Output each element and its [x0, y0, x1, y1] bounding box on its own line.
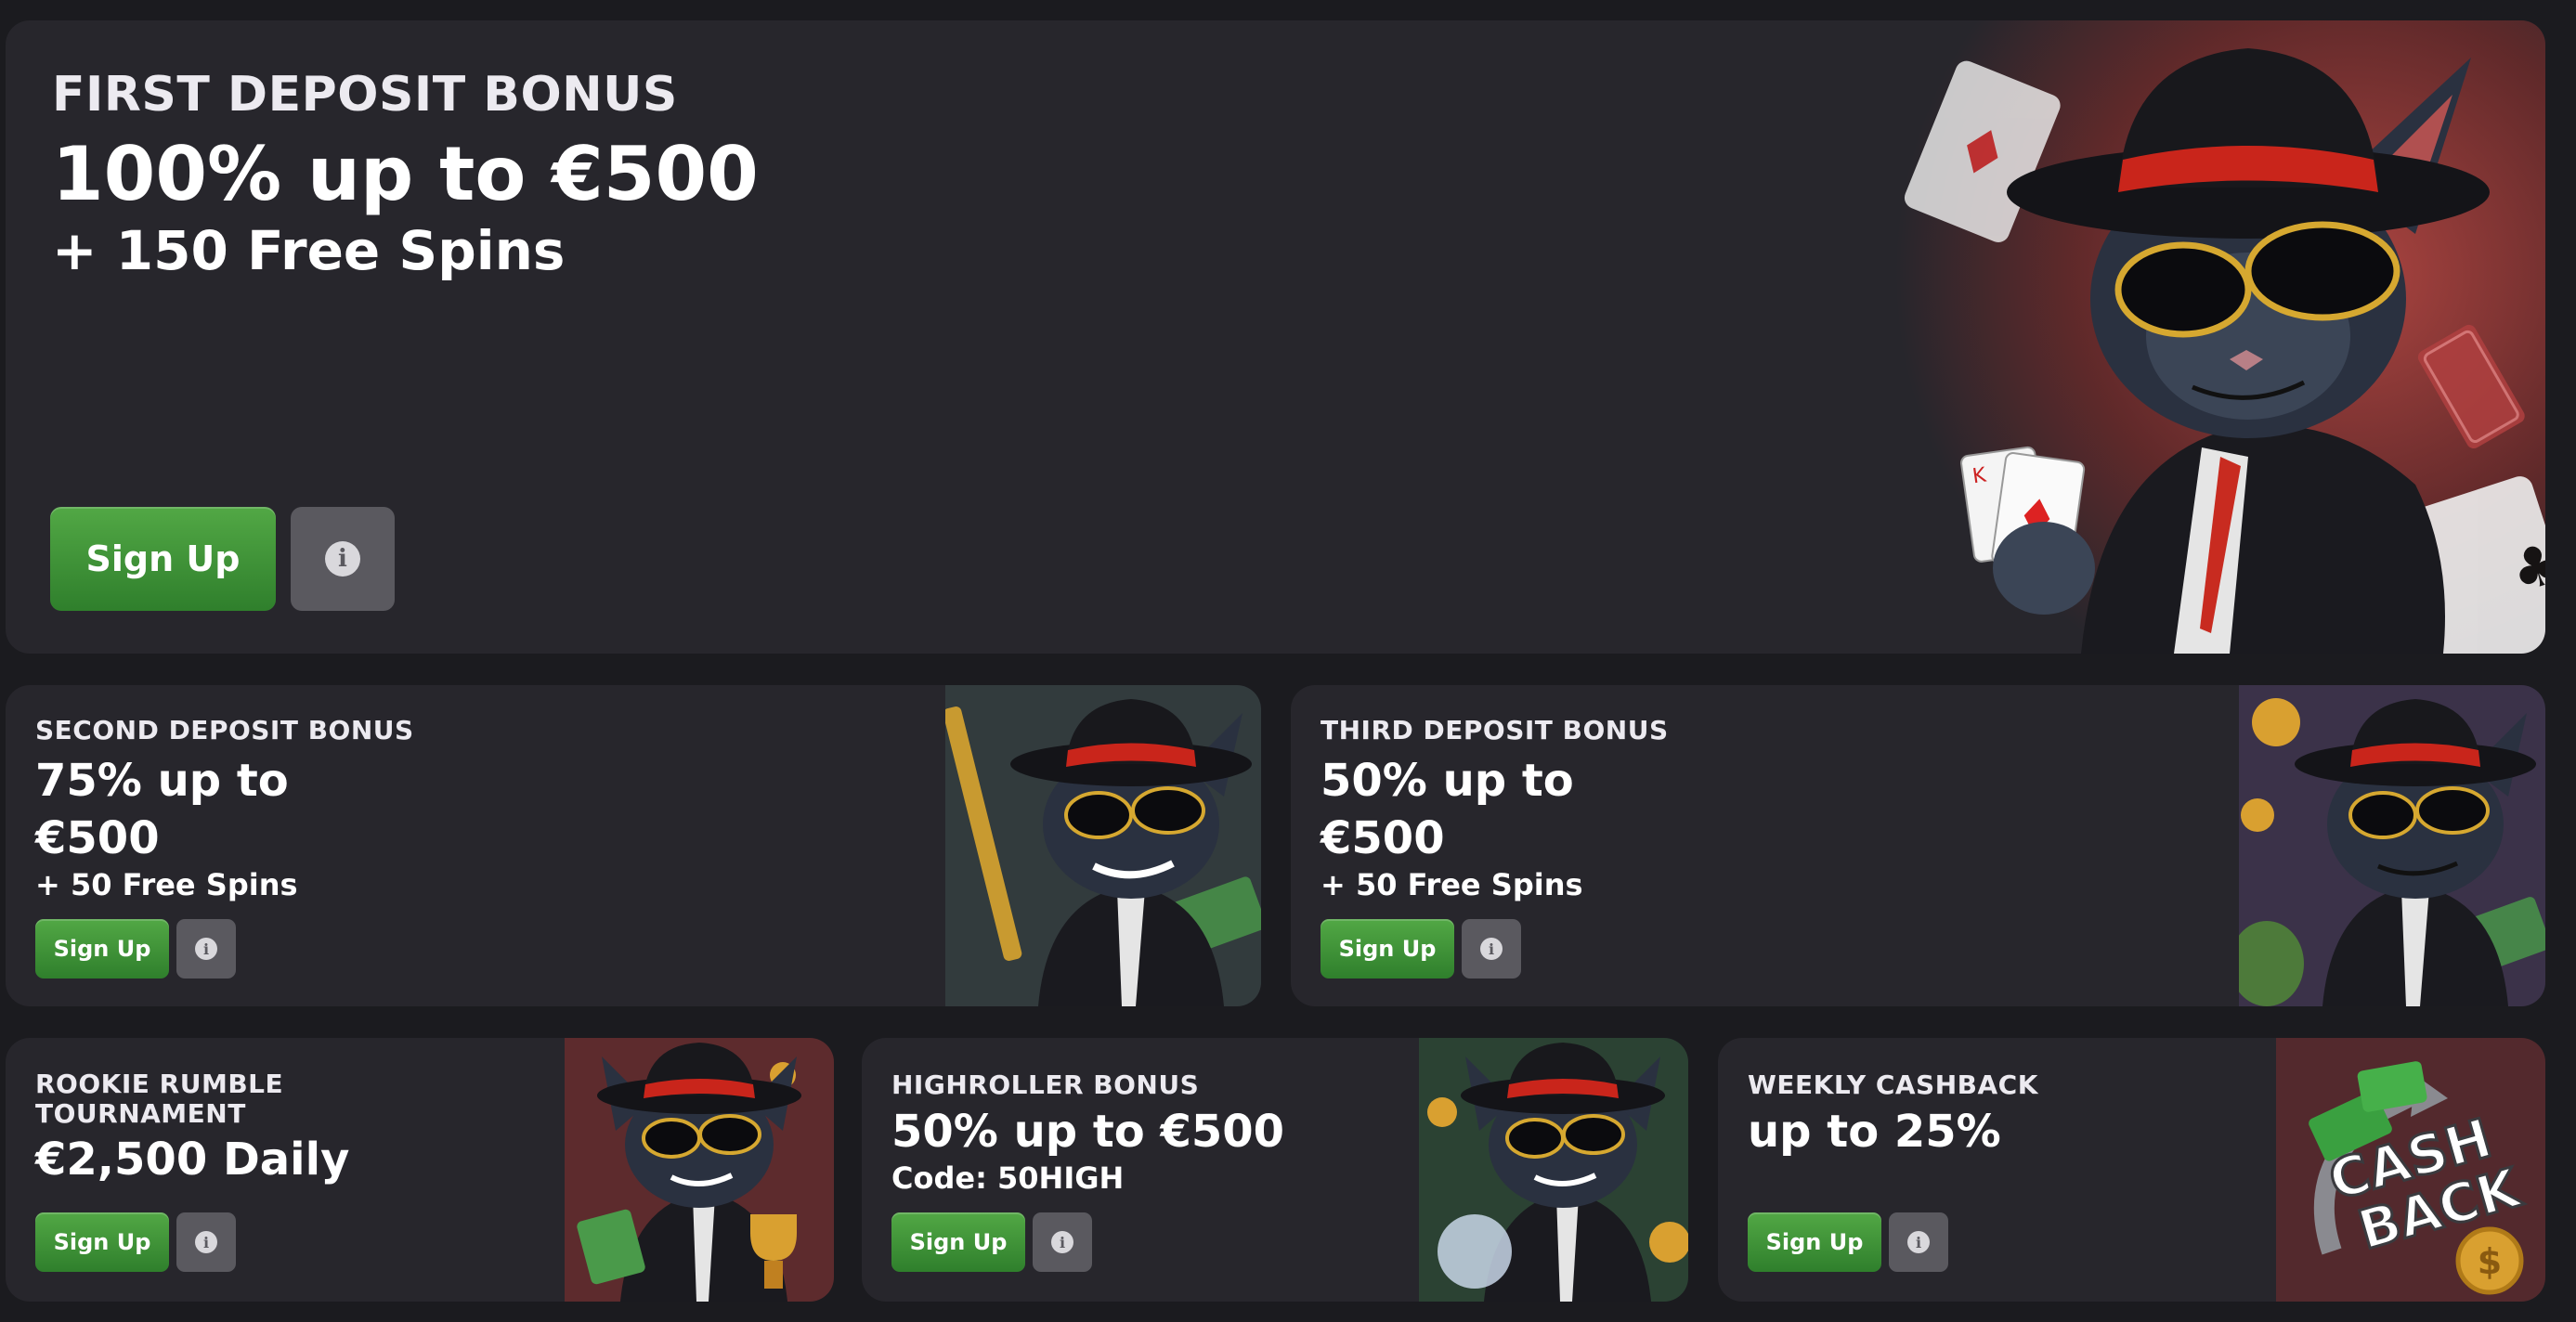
- info-button[interactable]: i: [1462, 919, 1521, 979]
- promo-kicker: THIRD DEPOSIT BONUS: [1321, 715, 1669, 745]
- promo-headline: up to 25%: [1748, 1105, 2001, 1158]
- promo-subline: + 50 Free Spins: [1321, 867, 1583, 903]
- gangster-cat-illustration: ♣ K: [1895, 20, 2545, 654]
- promo-headline-line2: €500: [35, 811, 160, 864]
- promo-art-third: [2239, 685, 2545, 1006]
- promo-headline-line1: 50% up to: [1321, 754, 1574, 807]
- signup-button[interactable]: Sign Up: [1321, 919, 1454, 979]
- signup-button[interactable]: Sign Up: [50, 507, 276, 611]
- promo-headline: 50% up to €500: [891, 1105, 1285, 1158]
- promo-kicker: WEEKLY CASHBACK: [1748, 1069, 2038, 1100]
- promo-kicker: FIRST DEPOSIT BONUS: [52, 67, 678, 123]
- gangster-cat-money-bag-illustration: [2239, 685, 2545, 1006]
- cashback-logo-illustration: $ CASH BACK: [2276, 1038, 2545, 1302]
- promo-card-third-deposit: THIRD DEPOSIT BONUS 50% up to €500 + 50 …: [1291, 685, 2545, 1006]
- gangster-cat-diamond-illustration: [1419, 1038, 1688, 1302]
- promo-kicker: SECOND DEPOSIT BONUS: [35, 715, 414, 745]
- promo-art-first: ♣ K: [1895, 20, 2545, 654]
- info-button[interactable]: i: [1889, 1212, 1948, 1272]
- signup-button[interactable]: Sign Up: [1748, 1212, 1881, 1272]
- promo-art-cashback: $ CASH BACK: [2276, 1038, 2545, 1302]
- promo-subline: + 150 Free Spins: [52, 218, 566, 282]
- signup-button[interactable]: Sign Up: [35, 919, 169, 979]
- promo-art-rookie: [565, 1038, 834, 1302]
- promo-headline: 100% up to €500: [52, 131, 759, 218]
- promo-card-second-deposit: SECOND DEPOSIT BONUS 75% up to €500 + 50…: [6, 685, 1261, 1006]
- info-button[interactable]: i: [176, 919, 236, 979]
- info-icon: i: [325, 541, 360, 577]
- signup-button[interactable]: Sign Up: [891, 1212, 1025, 1272]
- info-icon: i: [195, 1231, 217, 1253]
- promo-kicker-line2: TOURNAMENT: [35, 1098, 246, 1130]
- signup-button[interactable]: Sign Up: [35, 1212, 169, 1272]
- promo-card-weekly-cashback: $ CASH BACK WEEKLY CASHBACK up to 25% Si…: [1718, 1038, 2545, 1302]
- promo-kicker-line1: ROOKIE RUMBLE: [35, 1069, 284, 1099]
- promo-headline-line1: 75% up to: [35, 754, 289, 807]
- promo-card-first-deposit: ♣ K FIRST DEPOSIT BONUS 100% up to €500 …: [6, 20, 2545, 654]
- gangster-cat-trophy-illustration: [565, 1038, 834, 1302]
- info-button[interactable]: i: [291, 507, 395, 611]
- promo-subline: + 50 Free Spins: [35, 867, 298, 903]
- gangster-cat-rifle-illustration: [945, 685, 1261, 1006]
- info-icon: i: [195, 938, 217, 960]
- promo-headline: €2,500 Daily: [35, 1134, 350, 1186]
- promo-card-rookie-rumble: ROOKIE RUMBLE TOURNAMENT €2,500 Daily Si…: [6, 1038, 834, 1302]
- promo-code: Code: 50HIGH: [891, 1160, 1125, 1196]
- info-icon: i: [1907, 1231, 1930, 1253]
- svg-text:$: $: [2478, 1241, 2502, 1282]
- promo-kicker: HIGHROLLER BONUS: [891, 1069, 1200, 1100]
- promo-art-second: [945, 685, 1261, 1006]
- info-icon: i: [1480, 938, 1503, 960]
- promo-art-highroller: [1419, 1038, 1688, 1302]
- info-button[interactable]: i: [176, 1212, 236, 1272]
- info-icon: i: [1051, 1231, 1073, 1253]
- promo-card-highroller: HIGHROLLER BONUS 50% up to €500 Code: 50…: [862, 1038, 1688, 1302]
- promo-headline-line2: €500: [1321, 811, 1445, 864]
- info-button[interactable]: i: [1033, 1212, 1092, 1272]
